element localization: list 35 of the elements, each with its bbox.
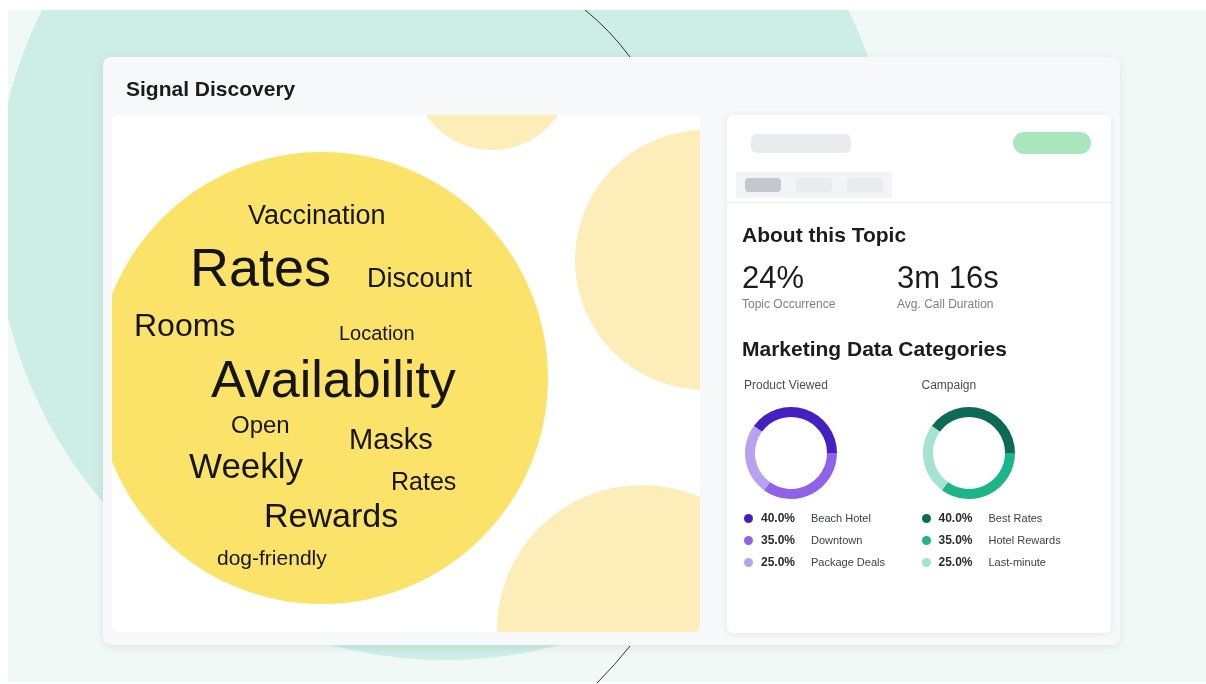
- legend-label: Package Deals: [811, 554, 885, 570]
- legend-value: 25.0%: [938, 554, 974, 572]
- cloud-word: Vaccination: [248, 202, 386, 229]
- cloud-word: Location: [339, 323, 415, 343]
- legend-value: 35.0%: [761, 532, 797, 550]
- cloud-word: dog-friendly: [217, 547, 327, 568]
- legend-label: Beach Hotel: [811, 510, 871, 526]
- cloud-word: Open: [231, 413, 290, 437]
- curve-line: [596, 645, 631, 684]
- legend-value: 40.0%: [761, 510, 797, 528]
- cloud-word: Rewards: [264, 498, 399, 532]
- panel-title: Signal Discovery: [126, 77, 296, 100]
- legend-value: 40.0%: [938, 510, 974, 528]
- chart-title: Product Viewed: [744, 377, 829, 395]
- cloud-word: Weekly: [189, 448, 304, 483]
- cloud-word: Rooms: [134, 309, 236, 341]
- chart-title: Campaign: [921, 377, 978, 395]
- skeleton-tab[interactable]: [745, 178, 781, 192]
- legend-label: Downtown: [811, 532, 863, 548]
- cloud-word: Rates: [190, 240, 332, 294]
- stat-label: Avg. Call Duration: [897, 295, 995, 313]
- legend-value: 25.0%: [761, 554, 797, 572]
- legend-label: Hotel Rewards: [988, 532, 1061, 548]
- cloud-word: Rates: [391, 469, 457, 494]
- legend-label: Best Rates: [988, 510, 1043, 526]
- cloud-word: Masks: [349, 425, 433, 454]
- section-title: Marketing Data Categories: [742, 335, 1008, 362]
- stat-value: 24%: [742, 260, 806, 295]
- curve-line: [584, 9, 631, 58]
- stat-value: 3m 16s: [897, 260, 1000, 295]
- legend-value: 35.0%: [938, 532, 974, 550]
- cloud-word: Discount: [367, 265, 473, 292]
- stat-label: Topic Occurrence: [742, 295, 837, 313]
- legend-label: Last-minute: [988, 554, 1046, 570]
- section-title: About this Topic: [742, 222, 908, 248]
